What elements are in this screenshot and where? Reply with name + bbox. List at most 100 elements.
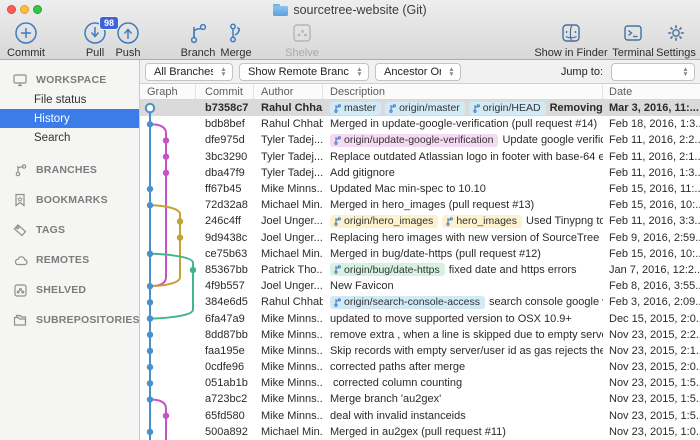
sidebar-section-workspace[interactable]: WORKSPACE — [0, 70, 139, 90]
workspace-icon — [12, 74, 28, 87]
table-row[interactable]: 3bc3290Tyler Tadej...Replace outdated At… — [140, 149, 700, 165]
graph-cell — [140, 408, 196, 424]
commit-author: Joel Unger... — [254, 213, 323, 229]
commit-description: Merge branch 'au2gex' — [323, 391, 603, 407]
table-row[interactable]: 65fd580Mike Minns...deal with invalid in… — [140, 408, 700, 424]
table-row[interactable]: 246c4ffJoel Unger...origin/hero_imageshe… — [140, 213, 700, 229]
commit-hash: 500a892 — [196, 424, 254, 440]
table-row[interactable]: b7358c7Rahul Chha...masterorigin/mastero… — [140, 100, 700, 116]
commit-hash: 0cdfe96 — [196, 359, 254, 375]
commit-description: updated to move supported version to OSX… — [323, 310, 603, 326]
commit-date: Nov 23, 2015, 1:5... — [603, 391, 700, 407]
sidebar-section-bookmarks[interactable]: BOOKMARKS — [0, 185, 139, 215]
commit-description: Merged in au2gex (pull request #11) — [323, 424, 603, 440]
commit-description: New Favicon — [323, 278, 603, 294]
sidebar-section-tags[interactable]: TAGS — [0, 215, 139, 245]
column-header-date[interactable]: Date — [603, 84, 700, 99]
graph-cell — [140, 262, 196, 278]
commit-hash: 6fa47a9 — [196, 310, 254, 326]
commit-date: Feb 11, 2016, 2:1... — [603, 149, 700, 165]
branch-tag: origin/update-google-verification — [330, 134, 498, 147]
branch-tag: origin/bug/date-https — [330, 263, 445, 276]
sidebar-item-file-status[interactable]: File status — [0, 90, 139, 109]
sidebar-item-history[interactable]: History — [0, 109, 139, 128]
tags-icon — [12, 224, 28, 237]
table-row[interactable]: 9d9438cJoel Unger...Replacing hero image… — [140, 230, 700, 246]
commit-description: deal with invalid instanceids — [323, 408, 603, 424]
commit-author: Michael Min... — [254, 246, 323, 262]
table-row[interactable]: 72d32a8Michael Min...Merged in hero_imag… — [140, 197, 700, 213]
table-row[interactable]: dba47f9Tyler Tadej...Add gitignoreFeb 11… — [140, 165, 700, 181]
commit-hash: 72d32a8 — [196, 197, 254, 213]
graph-cell — [140, 278, 196, 294]
commit-author: Mike Minns... — [254, 391, 323, 407]
sidebar-section-branches[interactable]: BRANCHES — [0, 155, 139, 185]
show-in-finder-button[interactable]: Show in Finder — [538, 20, 604, 59]
sort-order-dropdown[interactable]: Ancestor Order ▲▼ — [375, 63, 461, 81]
commit-description: corrected paths after merge — [323, 359, 603, 375]
table-row[interactable]: 051ab1bMike Minns... corrected column co… — [140, 375, 700, 391]
table-row[interactable]: ff67b45Mike Minns...Updated Mac min-spec… — [140, 181, 700, 197]
sidebar-item-search[interactable]: Search — [0, 128, 139, 147]
table-row[interactable]: 0cdfe96Mike Minns...corrected paths afte… — [140, 359, 700, 375]
shelve-button[interactable]: Shelve — [282, 20, 322, 59]
commit-description: Replace outdated Atlassian logo in foote… — [323, 149, 603, 165]
window-title-area: sourcetree-website (Git) — [0, 3, 700, 17]
commit-author: Mike Minns... — [254, 181, 323, 197]
table-row[interactable]: 4f9b557Joel Unger...New FaviconFeb 8, 20… — [140, 278, 700, 294]
commit-author: Joel Unger... — [254, 230, 323, 246]
table-row[interactable]: faa195eMike Minns...Skip records with em… — [140, 343, 700, 359]
jump-to-combobox[interactable]: ▲▼ — [611, 63, 695, 81]
commit-hash: a723bc2 — [196, 391, 254, 407]
commit-date: Mar 3, 2016, 11:... — [603, 100, 700, 116]
commit-description: origin/bug/date-httpsfixed date and http… — [323, 262, 603, 278]
commit-hash: 85367bb — [196, 262, 254, 278]
commit-button[interactable]: Commit — [4, 20, 48, 59]
push-button[interactable]: Push — [110, 20, 146, 59]
table-row[interactable]: bdb8befRahul Chhab...Merged in update-go… — [140, 116, 700, 132]
table-row[interactable]: 85367bbPatrick Tho...origin/bug/date-htt… — [140, 262, 700, 278]
merge-button[interactable]: Merge — [216, 20, 256, 59]
graph-cell — [140, 359, 196, 375]
column-header-commit[interactable]: Commit — [196, 84, 254, 99]
sidebar-section-subrepositories[interactable]: SUBREPOSITORIES — [0, 305, 139, 335]
commit-author: Rahul Chha... — [254, 100, 323, 116]
commit-date: Nov 23, 2015, 2:1... — [603, 343, 700, 359]
table-row[interactable]: 500a892Michael Min...Merged in au2gex (p… — [140, 424, 700, 440]
merge-icon — [226, 20, 246, 46]
graph-cell — [140, 246, 196, 262]
graph-cell — [140, 343, 196, 359]
table-row[interactable]: ce75b63Michael Min...Merged in bug/date-… — [140, 246, 700, 262]
graph-cell — [140, 310, 196, 326]
commit-author: Tyler Tadej... — [254, 165, 323, 181]
branches-filter-dropdown[interactable]: All Branches ▲▼ — [145, 63, 233, 81]
settings-gear-icon — [665, 20, 687, 46]
folder-icon — [273, 4, 288, 16]
table-row[interactable]: a723bc2Mike Minns...Merge branch 'au2gex… — [140, 391, 700, 407]
branch-button[interactable]: Branch — [177, 20, 219, 59]
table-row[interactable]: dfe975dTyler Tadej...origin/update-googl… — [140, 132, 700, 148]
commit-author: Michael Min... — [254, 424, 323, 440]
commit-date: Nov 23, 2015, 1:5... — [603, 408, 700, 424]
column-header-author[interactable]: Author — [254, 84, 323, 99]
remote-branches-dropdown[interactable]: Show Remote Branches ▲▼ — [239, 63, 369, 81]
commit-hash: 8dd87bb — [196, 327, 254, 343]
commit-hash: 384e6d5 — [196, 294, 254, 310]
table-row[interactable]: 384e6d5Rahul Chhab...origin/search-conso… — [140, 294, 700, 310]
sidebar-section-shelved[interactable]: SHELVED — [0, 275, 139, 305]
finder-icon — [560, 20, 582, 46]
bookmarks-icon — [12, 193, 28, 207]
commit-hash: b7358c7 — [196, 100, 254, 116]
terminal-button[interactable]: Terminal — [610, 20, 656, 59]
commit-date: Feb 9, 2016, 2:59... — [603, 230, 700, 246]
table-row[interactable]: 6fa47a9Mike Minns...updated to move supp… — [140, 310, 700, 326]
pull-button[interactable]: 98 Pull — [78, 20, 112, 59]
column-header-graph[interactable]: Graph — [140, 84, 196, 99]
sidebar-section-remotes[interactable]: REMOTES — [0, 245, 139, 275]
shelved-icon — [12, 284, 28, 297]
table-row[interactable]: 8dd87bbMike Minns...remove extra , when … — [140, 327, 700, 343]
settings-button[interactable]: Settings — [654, 20, 698, 59]
column-header-description[interactable]: Description — [323, 84, 603, 99]
commit-hash: 246c4ff — [196, 213, 254, 229]
graph-cell — [140, 230, 196, 246]
